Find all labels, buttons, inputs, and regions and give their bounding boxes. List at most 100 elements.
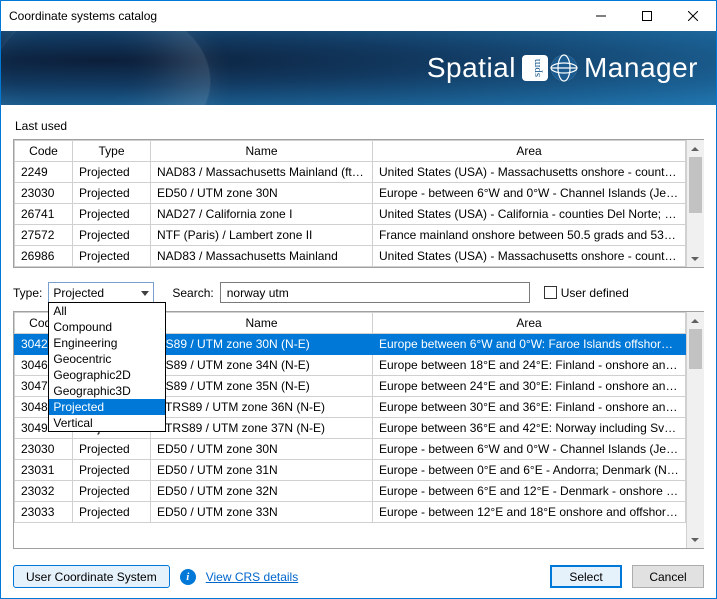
col-header-area[interactable]: Area [373, 141, 686, 162]
user-defined-checkbox[interactable]: User defined [544, 286, 629, 300]
cell-area: Europe between 36°E and 42°E: Norway inc… [373, 418, 686, 439]
maximize-button[interactable] [624, 1, 670, 31]
type-dropdown-value: Projected [53, 286, 104, 300]
checkbox-box-icon [544, 286, 557, 299]
table-row[interactable]: 23030ProjectedED50 / UTM zone 30NEurope … [15, 183, 686, 204]
cell-type: Projected [73, 502, 151, 523]
cell-area: Europe between 18°E and 24°E: Finland - … [373, 355, 686, 376]
brand-right: Manager [584, 52, 698, 84]
cell-area: France mainland onshore between 50.5 gra… [373, 225, 686, 246]
info-icon: i [180, 569, 196, 585]
cell-type: Projected [73, 481, 151, 502]
dropdown-option[interactable]: Vertical [49, 415, 165, 431]
col-header-name[interactable]: Name [151, 141, 373, 162]
cell-type: Projected [73, 225, 151, 246]
cell-name: ED50 / UTM zone 31N [151, 460, 373, 481]
chevron-down-icon [691, 538, 699, 542]
globe-graphic [1, 31, 211, 105]
scroll-track[interactable] [687, 157, 704, 250]
minimize-icon [596, 11, 606, 21]
cell-name: NAD83 / Massachusetts Mainland [151, 246, 373, 267]
user-coordinate-system-button[interactable]: User Coordinate System [13, 565, 170, 588]
table-row[interactable]: 2249ProjectedNAD83 / Massachusetts Mainl… [15, 162, 686, 183]
type-label: Type: [13, 286, 42, 300]
user-defined-label: User defined [561, 286, 629, 300]
table-row[interactable]: 26741ProjectedNAD27 / California zone IU… [15, 204, 686, 225]
cell-name: ETRS89 / UTM zone 36N (N-E) [151, 397, 373, 418]
search-label: Search: [172, 286, 213, 300]
scroll-down-button[interactable] [687, 250, 704, 267]
table-row[interactable]: 23031ProjectedED50 / UTM zone 31NEurope … [15, 460, 686, 481]
scroll-down-button[interactable] [687, 531, 704, 548]
col-header-type[interactable]: Type [73, 141, 151, 162]
cell-area: Europe - between 6°W and 0°W - Channel I… [373, 183, 686, 204]
chevron-down-icon [141, 286, 149, 300]
close-icon [688, 11, 698, 21]
cell-area: Europe - between 6°W and 0°W - Channel I… [373, 439, 686, 460]
scroll-up-button[interactable] [687, 140, 704, 157]
scroll-thumb[interactable] [689, 329, 702, 369]
brand-logo: Spatial spm Manager [427, 51, 698, 85]
dropdown-option[interactable]: Geocentric [49, 351, 165, 367]
table-row[interactable]: 23033ProjectedED50 / UTM zone 33NEurope … [15, 502, 686, 523]
svg-text:spm: spm [531, 58, 543, 77]
type-dropdown-list[interactable]: AllCompoundEngineeringGeocentricGeograph… [48, 302, 166, 432]
minimize-button[interactable] [578, 1, 624, 31]
table-row[interactable]: 26986ProjectedNAD83 / Massachusetts Main… [15, 246, 686, 267]
last-used-table: Code Type Name Area 2249ProjectedNAD83 /… [13, 139, 704, 268]
cell-name: NAD27 / California zone I [151, 204, 373, 225]
cell-area: Europe between 30°E and 36°E: Finland - … [373, 397, 686, 418]
col-header-code[interactable]: Code [15, 141, 73, 162]
table-row[interactable]: 23030ProjectedED50 / UTM zone 30NEurope … [15, 439, 686, 460]
content-area: Last used Code Type Name Area [1, 105, 716, 557]
cell-area: Europe - between 6°E and 12°E - Denmark … [373, 481, 686, 502]
titlebar: Coordinate systems catalog [1, 1, 716, 31]
cell-name: RS89 / UTM zone 30N (N-E) [151, 334, 373, 355]
cell-type: Projected [73, 183, 151, 204]
col-header-area[interactable]: Area [373, 313, 686, 334]
dropdown-option[interactable]: Geographic2D [49, 367, 165, 383]
last-used-scrollbar[interactable] [686, 140, 703, 267]
cell-name: ED50 / UTM zone 32N [151, 481, 373, 502]
cancel-button[interactable]: Cancel [632, 565, 704, 588]
col-header-name[interactable]: Name [151, 313, 373, 334]
type-dropdown[interactable]: Projected [48, 282, 154, 303]
cell-type: Projected [73, 439, 151, 460]
table-row[interactable]: 27572ProjectedNTF (Paris) / Lambert zone… [15, 225, 686, 246]
brand-left: Spatial [427, 52, 516, 84]
cell-name: RS89 / UTM zone 35N (N-E) [151, 376, 373, 397]
cell-type: Projected [73, 162, 151, 183]
cell-type: Projected [73, 460, 151, 481]
dropdown-option[interactable]: Compound [49, 319, 165, 335]
cell-code: 23030 [15, 183, 73, 204]
cell-type: Projected [73, 204, 151, 225]
cell-type: Projected [73, 246, 151, 267]
cell-area: Europe between 6°W and 0°W: Faroe Island… [373, 334, 686, 355]
view-crs-details-link[interactable]: View CRS details [206, 570, 298, 584]
cell-area: Europe - between 0°E and 6°E - Andorra; … [373, 460, 686, 481]
cell-area: United States (USA) - Massachusetts onsh… [373, 246, 686, 267]
brand-badge: spm [522, 51, 578, 85]
select-button[interactable]: Select [550, 565, 622, 588]
results-scrollbar[interactable] [686, 312, 703, 548]
last-used-grid: Code Type Name Area 2249ProjectedNAD83 /… [14, 140, 686, 267]
table-row[interactable]: 23032ProjectedED50 / UTM zone 32NEurope … [15, 481, 686, 502]
dropdown-option[interactable]: Engineering [49, 335, 165, 351]
cell-code: 27572 [15, 225, 73, 246]
scroll-track[interactable] [687, 329, 704, 531]
search-input[interactable] [220, 282, 530, 303]
window-title: Coordinate systems catalog [9, 9, 578, 23]
scroll-thumb[interactable] [689, 157, 702, 213]
close-button[interactable] [670, 1, 716, 31]
dropdown-option[interactable]: Projected [49, 399, 165, 415]
cell-name: NTF (Paris) / Lambert zone II [151, 225, 373, 246]
cell-area: Europe between 24°E and 30°E: Finland - … [373, 376, 686, 397]
dropdown-option[interactable]: All [49, 303, 165, 319]
cell-code: 2249 [15, 162, 73, 183]
dropdown-option[interactable]: Geographic3D [49, 383, 165, 399]
scroll-up-button[interactable] [687, 312, 704, 329]
cell-name: ED50 / UTM zone 30N [151, 183, 373, 204]
cell-name: ED50 / UTM zone 30N [151, 439, 373, 460]
maximize-icon [642, 11, 652, 21]
chevron-down-icon [691, 257, 699, 261]
